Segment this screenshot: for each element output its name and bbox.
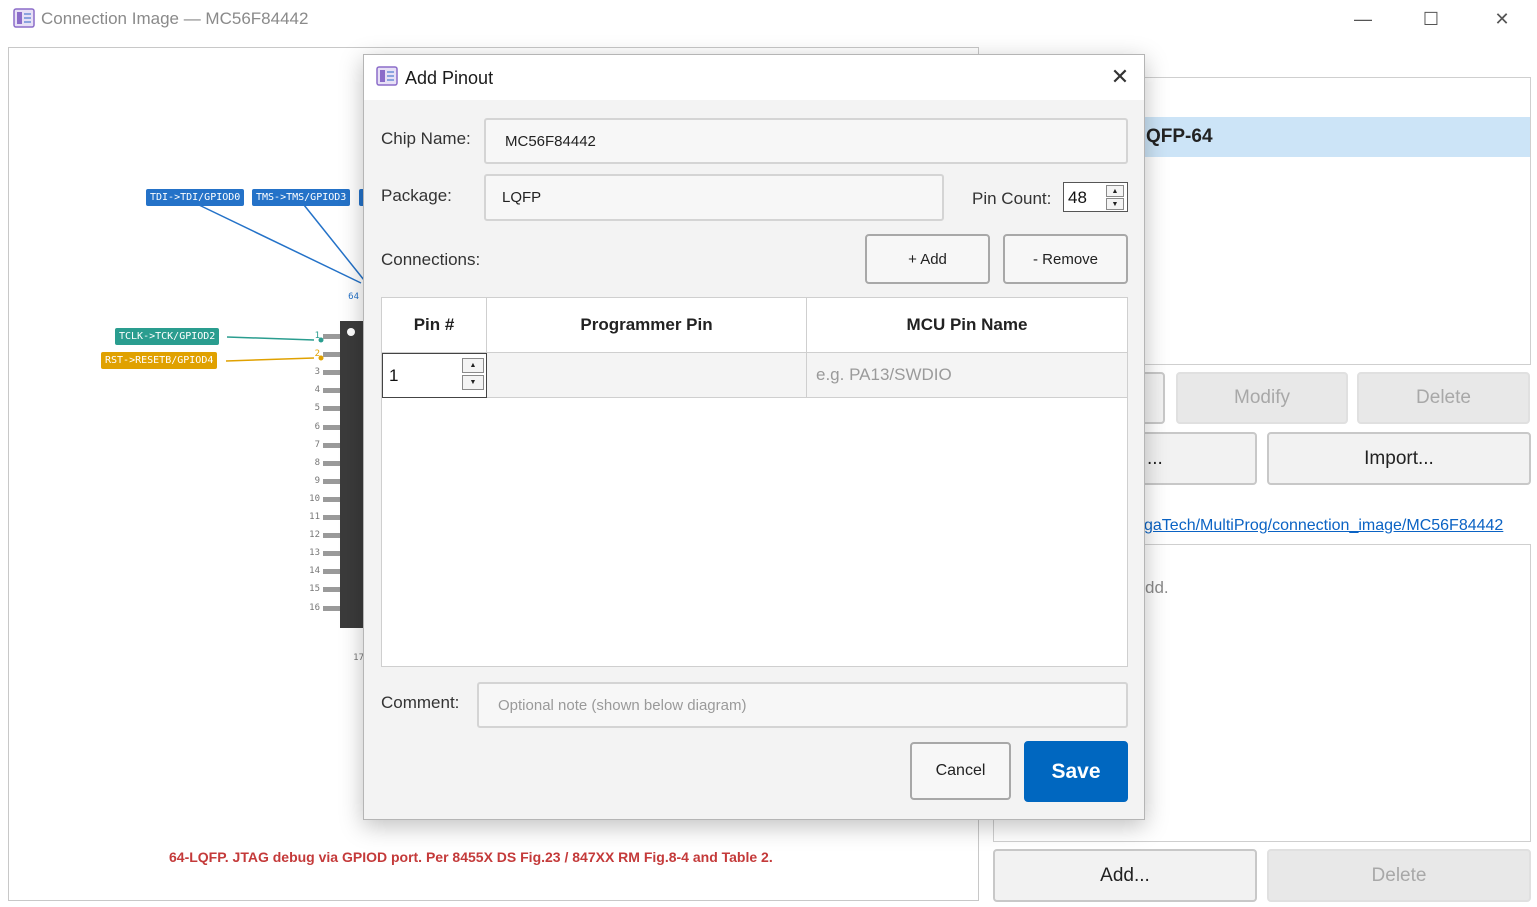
tag-tms: TMS->TMS/GPIOD3 <box>252 189 351 206</box>
header-pin-number: Pin # <box>382 298 487 353</box>
tag-rst: RST->RESETB/GPIOD4 <box>101 352 218 369</box>
pin-number-9: 9 <box>314 475 320 486</box>
mcu-pin-name-cell[interactable]: e.g. PA13/SWDIO <box>807 353 1127 398</box>
export-button[interactable]: ... <box>1135 432 1257 485</box>
import-button[interactable]: Import... <box>1267 432 1531 485</box>
comment-input[interactable]: Optional note (shown below diagram) <box>477 682 1128 728</box>
pin-bar <box>323 352 340 358</box>
list-item-label: QFP-64 <box>1146 126 1213 147</box>
pin-number-1: 1 <box>314 331 320 341</box>
pin-number-12: 12 <box>309 530 320 541</box>
pin-number-11: 11 <box>309 512 320 522</box>
tag-tclk: TCLK->TCK/GPIOD2 <box>115 328 220 345</box>
pin-count-label: Pin Count: <box>972 189 1052 208</box>
pin-count-stepper[interactable]: 48 ▲ ▼ <box>1063 182 1128 212</box>
pin-64-label: 64 <box>348 292 359 302</box>
pin-bar <box>323 406 340 412</box>
cancel-button[interactable]: Cancel <box>910 742 1011 800</box>
connections-label: Connections: <box>381 250 481 269</box>
pin-number-2: 2 <box>314 349 320 360</box>
pin-number-10: 10 <box>309 493 320 504</box>
pin-number-8: 8 <box>314 457 320 468</box>
add-pinout-dialog: Add Pinout ✕ Chip Name: MC56F84442 Packa… <box>363 54 1145 820</box>
pin-number-15: 15 <box>309 584 320 595</box>
window-titlebar: Connection Image — MC56F84442 — ☐ ✕ <box>0 0 1537 40</box>
pin-number-14: 14 <box>309 566 320 577</box>
pin-count-down-icon[interactable]: ▼ <box>1106 198 1124 210</box>
add-pinout-button[interactable]: Add... <box>993 849 1257 902</box>
maximize-button[interactable]: ☐ <box>1411 5 1451 33</box>
delete-pinout-button[interactable]: Delete <box>1267 849 1531 902</box>
chip-body <box>340 321 365 628</box>
pin-number-13: 13 <box>309 548 320 559</box>
comment-label: Comment: <box>381 693 460 712</box>
pin-number-down-icon[interactable]: ▼ <box>462 375 484 390</box>
pin-number-value: 1 <box>389 366 399 385</box>
chip-name-label: Chip Name: <box>381 129 471 148</box>
pin-bar <box>323 515 340 520</box>
header-mcu-pin-name: MCU Pin Name <box>807 298 1127 353</box>
add-connection-button[interactable]: + Add <box>865 234 990 284</box>
pin-number-stepper[interactable]: 1 ▲ ▼ <box>382 353 487 398</box>
pin-number-7: 7 <box>314 439 320 450</box>
pin-number-5: 5 <box>314 403 320 414</box>
minimize-button[interactable]: — <box>1343 5 1383 33</box>
path-link[interactable]: gaTech/MultiProg/connection_image/MC56F8… <box>1144 517 1503 535</box>
pin-number-6: 6 <box>314 421 320 432</box>
dialog-titlebar: Add Pinout ✕ <box>364 55 1144 100</box>
pin-bar <box>323 587 340 593</box>
pin-count-up-icon[interactable]: ▲ <box>1106 185 1124 197</box>
pin1-marker-icon <box>347 328 355 336</box>
pin-bar <box>323 496 340 502</box>
tag-tdi: TDI->TDI/GPIOD0 <box>146 189 245 206</box>
dialog-title: Add Pinout <box>405 68 494 88</box>
remove-connection-button[interactable]: - Remove <box>1003 234 1128 284</box>
programmer-pin-cell[interactable] <box>487 353 807 398</box>
pin-bar <box>323 533 340 539</box>
pin-17-label: 17 <box>353 653 364 663</box>
window-title: Connection Image — MC56F84442 <box>41 9 309 28</box>
connections-table: Pin # Programmer Pin MCU Pin Name 1 ▲ ▼ … <box>381 297 1128 667</box>
chip-name-input[interactable]: MC56F84442 <box>484 118 1128 164</box>
pin-bar <box>323 605 340 611</box>
package-input[interactable]: LQFP <box>484 174 944 221</box>
notes-hint: dd. <box>1145 578 1169 597</box>
pin-bar <box>323 569 340 575</box>
pin-bar <box>323 334 340 339</box>
pin-bar <box>323 478 340 484</box>
delete-button[interactable]: Delete <box>1357 372 1530 424</box>
pin-count-value: 48 <box>1068 188 1087 207</box>
app-icon <box>13 8 35 28</box>
pin-number-16: 16 <box>309 602 320 613</box>
pin-bar <box>323 370 340 376</box>
close-window-button[interactable]: ✕ <box>1482 5 1522 33</box>
pin-number-3: 3 <box>314 367 320 378</box>
pin-bar <box>323 388 340 394</box>
dialog-close-button[interactable]: ✕ <box>1104 63 1136 91</box>
modify-button[interactable]: Modify <box>1176 372 1348 424</box>
pin-number-up-icon[interactable]: ▲ <box>462 358 484 373</box>
header-programmer-pin: Programmer Pin <box>487 298 807 353</box>
pin-bar <box>323 460 340 466</box>
diagram-comment: 64-LQFP. JTAG debug via GPIOD port. Per … <box>169 849 773 865</box>
pin-bar <box>323 551 340 557</box>
pin-bar <box>323 424 340 430</box>
pin-number-4: 4 <box>314 385 320 396</box>
package-label: Package: <box>381 186 452 205</box>
pin-bar <box>323 442 340 448</box>
save-button[interactable]: Save <box>1024 741 1128 802</box>
dialog-app-icon <box>376 66 398 86</box>
